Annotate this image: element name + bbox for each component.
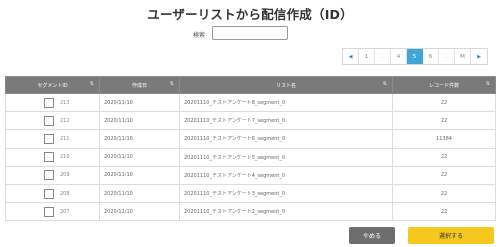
list-name: 20201110_テストアンケート2_segment_0: [179, 202, 393, 222]
list-name: 20201110_テストアンケート3_segment_0: [179, 183, 393, 204]
page-link-current[interactable]: 5: [407, 49, 423, 64]
cancel-button[interactable]: やめる: [349, 227, 395, 244]
sort-icon[interactable]: ⇅: [383, 81, 387, 87]
select-button[interactable]: 選択する: [408, 227, 494, 244]
table-row[interactable]: 211 2020/11/10 20201110_テストアンケート6_segmen…: [5, 129, 496, 149]
pagination-prev-icon[interactable]: ◀: [343, 49, 359, 64]
page-link-last[interactable]: M: [455, 49, 471, 64]
row-checkbox[interactable]: [44, 188, 54, 199]
page-ellipsis: ...: [439, 49, 455, 64]
segment-id: 207: [60, 208, 70, 215]
search-input[interactable]: [212, 26, 288, 40]
created-date: 2020/11/10: [99, 183, 180, 204]
page-title: ユーザーリストから配信作成（ID）: [147, 7, 353, 22]
list-name: 20201110_テストアンケート8_segment_0: [179, 92, 393, 113]
list-name: 20201110_テストアンケート5_segment_0: [179, 147, 393, 167]
page-link[interactable]: 1: [359, 49, 375, 64]
table-row[interactable]: 212 2020/11/10 20201110_テストアンケート7_segmen…: [5, 111, 496, 131]
created-date: 2020/11/10: [99, 165, 180, 185]
record-count: 11384: [392, 129, 496, 149]
table-row[interactable]: 210 2020/11/10 20201110_テストアンケート5_segmen…: [5, 147, 496, 167]
table-row[interactable]: 213 2020/11/10 20201110_テストアンケート8_segmen…: [5, 92, 496, 113]
page-link[interactable]: 6: [423, 49, 439, 64]
segment-id: 213: [60, 99, 70, 106]
row-checkbox[interactable]: [44, 133, 54, 144]
segment-id: 210: [60, 154, 70, 161]
table-header-row: セグメントID ⇅ 作成日 ⇅ リスト名 ⇅ レコード件数 ⇅: [5, 76, 496, 94]
sort-icon[interactable]: ⇅: [90, 81, 94, 87]
segment-id: 209: [60, 172, 70, 179]
created-date: 2020/11/10: [99, 202, 180, 222]
column-header-list-name[interactable]: リスト名 ⇅: [179, 76, 393, 94]
column-header-record-count[interactable]: レコード件数 ⇅: [392, 76, 496, 94]
record-count: 22: [392, 111, 496, 131]
page-ellipsis: ...: [375, 49, 391, 64]
table-row[interactable]: 209 2020/11/10 20201110_テストアンケート4_segmen…: [5, 165, 496, 185]
created-date: 2020/11/10: [99, 111, 180, 131]
row-checkbox[interactable]: [44, 97, 54, 108]
row-checkbox[interactable]: [44, 152, 54, 163]
table-row[interactable]: 208 2020/11/10 20201110_テストアンケート3_segmen…: [5, 183, 496, 204]
record-count: 22: [392, 183, 496, 204]
created-date: 2020/11/10: [99, 147, 180, 167]
column-header-label: 作成日: [131, 82, 147, 89]
table-row[interactable]: 207 2020/11/10 20201110_テストアンケート2_segmen…: [5, 202, 496, 222]
column-header-label: レコード件数: [428, 82, 459, 89]
list-name: 20201110_テストアンケート4_segment_0: [179, 165, 393, 185]
created-date: 2020/11/10: [99, 92, 180, 113]
sort-icon[interactable]: ⇅: [486, 81, 490, 87]
record-count: 22: [392, 202, 496, 222]
segment-id: 208: [60, 190, 70, 197]
row-checkbox[interactable]: [44, 115, 54, 126]
search-label: 検索: [193, 32, 206, 39]
column-header-label: リスト名: [275, 82, 296, 89]
column-header-segment-id[interactable]: セグメントID ⇅: [5, 76, 100, 94]
segment-id: 211: [60, 135, 70, 142]
column-header-created-date[interactable]: 作成日 ⇅: [99, 76, 180, 94]
record-count: 22: [392, 92, 496, 113]
created-date: 2020/11/10: [99, 129, 180, 149]
record-count: 22: [392, 147, 496, 167]
row-checkbox[interactable]: [44, 170, 54, 181]
pagination-next-icon[interactable]: ▶: [471, 49, 487, 64]
pagination: ◀ 1 ... 4 5 6 ... M ▶: [342, 48, 488, 65]
sort-icon[interactable]: ⇅: [170, 81, 174, 87]
list-name: 20201110_テストアンケート7_segment_0: [179, 111, 393, 131]
list-name: 20201110_テストアンケート6_segment_0: [179, 129, 393, 149]
segment-table: セグメントID ⇅ 作成日 ⇅ リスト名 ⇅ レコード件数 ⇅ 213 2020…: [5, 76, 496, 222]
page-link[interactable]: 4: [391, 49, 407, 64]
row-checkbox[interactable]: [44, 206, 54, 217]
record-count: 22: [392, 165, 496, 185]
column-header-label: セグメントID: [37, 82, 68, 89]
segment-id: 212: [60, 117, 70, 124]
